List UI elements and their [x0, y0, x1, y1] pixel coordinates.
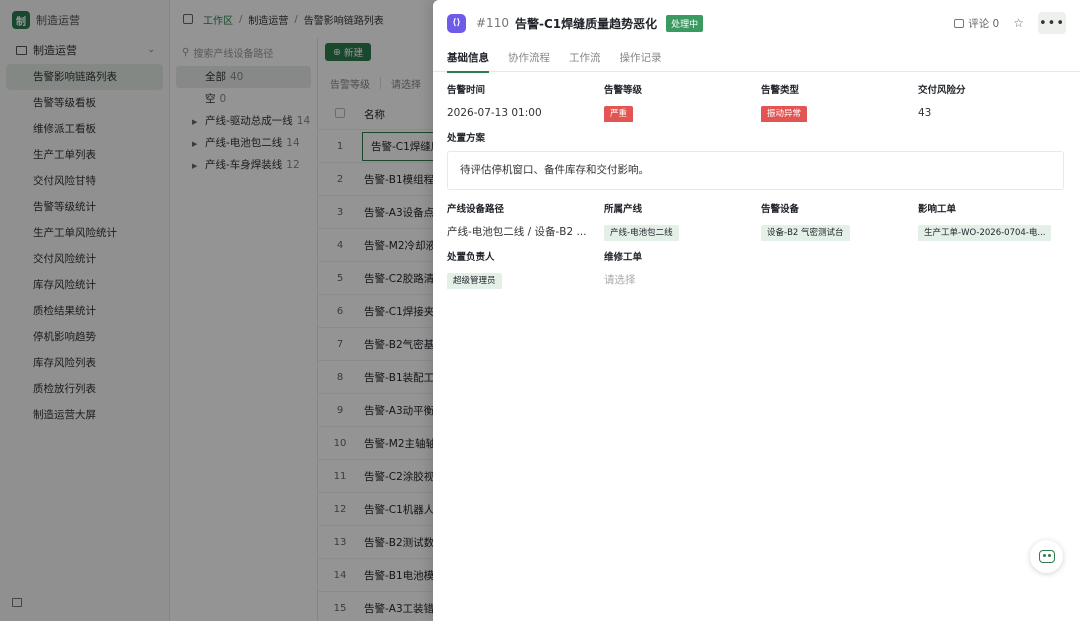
ai-assistant-button[interactable]	[1030, 540, 1063, 573]
field-repair-order: 维修工单 请选择	[604, 251, 761, 289]
alert-type-tag[interactable]: 振动异常	[761, 106, 808, 122]
detail-drawer: ⟨⟩ #110 告警-C1焊缝质量趋势恶化 处理中 评论 0 ☆ ••• 基础信…	[433, 0, 1080, 621]
field-risk-score: 交付风险分 43	[918, 84, 1065, 122]
drawer-actions: 评论 0 ☆ •••	[954, 12, 1066, 34]
field-label: 告警等级	[604, 85, 643, 96]
device-tag[interactable]: 设备-B2 气密测试台	[761, 225, 850, 241]
status-badge: 处理中	[666, 14, 704, 32]
field-label: 告警时间	[447, 85, 486, 96]
field-alert-time: 告警时间 2026-07-13 01:00	[447, 84, 604, 122]
field-line: 所属产线 产线-电池包二线	[604, 203, 761, 241]
field-label: 告警类型	[761, 85, 800, 96]
tab-basic-info[interactable]: 基础信息	[447, 46, 489, 73]
plan-textarea[interactable]: 待评估停机窗口、备件库存和交付影响。	[447, 151, 1064, 190]
field-owner: 处置负责人 超级管理员	[447, 251, 604, 289]
field-label: 告警设备	[761, 204, 800, 215]
tab-collaboration[interactable]: 协作流程	[508, 46, 550, 72]
tab-operation-log[interactable]: 操作记录	[620, 46, 662, 72]
work-order-tag[interactable]: 生产工单-WO-2026-0704-电...	[918, 225, 1052, 241]
repair-order-select[interactable]: 请选择	[604, 271, 761, 289]
field-alert-level: 告警等级 严重	[604, 84, 761, 122]
field-alert-type: 告警类型 振动异常	[761, 84, 918, 122]
record-number: #110	[476, 16, 509, 30]
field-label: 所属产线	[604, 204, 643, 215]
robot-icon	[1038, 550, 1055, 563]
field-label: 维修工单	[604, 252, 643, 263]
drawer-body: 告警时间 2026-07-13 01:00 告警等级 严重 告警类型 振动异常 …	[433, 72, 1080, 299]
field-label: 产线设备路径	[447, 204, 505, 215]
record-type-icon: ⟨⟩	[447, 13, 466, 33]
field-value[interactable]: 产线-电池包二线 / 设备-B2 ...	[447, 223, 604, 241]
field-label: 影响工单	[918, 204, 957, 215]
field-path: 产线设备路径 产线-电池包二线 / 设备-B2 ...	[447, 203, 604, 241]
drawer-tabs: 基础信息 协作流程 工作流 操作记录	[433, 46, 1080, 73]
comment-icon	[954, 18, 965, 28]
field-label: 处置方案	[447, 133, 486, 144]
comment-button[interactable]: 评论 0	[954, 16, 999, 31]
tab-workflow[interactable]: 工作流	[569, 46, 601, 72]
drawer-header: ⟨⟩ #110 告警-C1焊缝质量趋势恶化 处理中 评论 0 ☆ •••	[433, 0, 1080, 46]
field-value[interactable]: 2026-07-13 01:00	[447, 104, 604, 122]
field-label: 交付风险分	[918, 85, 966, 96]
field-device: 告警设备 设备-B2 气密测试台	[761, 203, 918, 241]
comment-label: 评论 0	[968, 17, 1000, 30]
field-value[interactable]: 43	[918, 104, 1065, 122]
owner-tag[interactable]: 超级管理员	[447, 273, 502, 289]
record-title: 告警-C1焊缝质量趋势恶化	[514, 16, 658, 31]
line-tag[interactable]: 产线-电池包二线	[604, 225, 679, 241]
star-icon[interactable]: ☆	[1013, 16, 1024, 30]
field-label: 处置负责人	[447, 252, 495, 263]
field-work-order: 影响工单 生产工单-WO-2026-0704-电...	[918, 203, 1065, 241]
alert-level-tag[interactable]: 严重	[604, 106, 634, 122]
more-options-button[interactable]: •••	[1038, 12, 1066, 34]
field-plan: 处置方案 待评估停机窗口、备件库存和交付影响。	[447, 132, 1066, 190]
